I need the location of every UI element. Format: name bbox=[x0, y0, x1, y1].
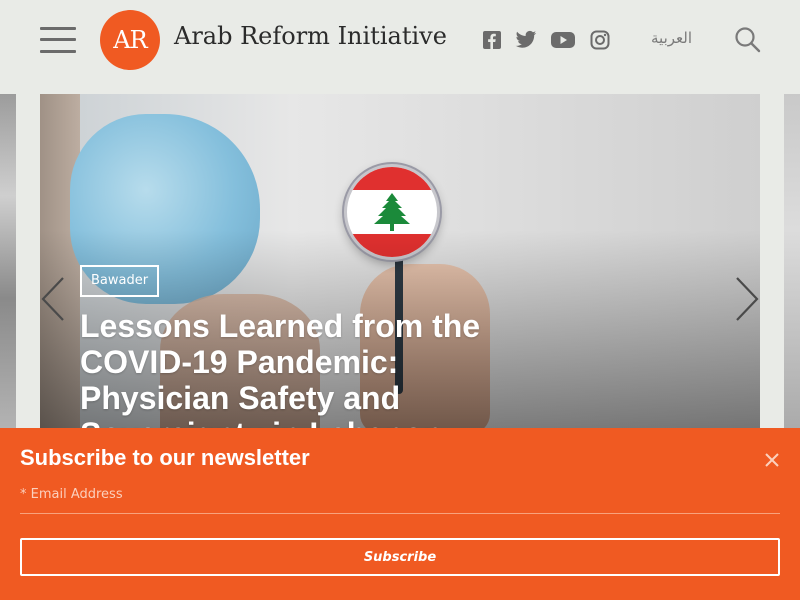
close-icon[interactable] bbox=[762, 450, 782, 470]
email-field[interactable] bbox=[20, 484, 780, 514]
newsletter-banner: Subscribe to our newsletter * Email Addr… bbox=[0, 428, 800, 600]
carousel-next-arrow-icon[interactable] bbox=[734, 276, 760, 322]
facebook-icon[interactable] bbox=[480, 28, 504, 52]
category-tag[interactable]: Bawader bbox=[80, 265, 160, 297]
logo-mark: AR bbox=[113, 26, 147, 54]
twitter-icon[interactable] bbox=[514, 28, 538, 52]
next-slide-peek bbox=[784, 94, 800, 434]
site-header: AR Arab Reform Initiative العربية bbox=[0, 0, 800, 94]
site-logo[interactable]: AR bbox=[100, 10, 160, 70]
language-switch[interactable]: العربية bbox=[651, 29, 692, 47]
site-name[interactable]: Arab Reform Initiative bbox=[174, 22, 447, 50]
menu-icon[interactable] bbox=[40, 27, 76, 53]
instagram-icon[interactable] bbox=[588, 28, 612, 52]
search-icon[interactable] bbox=[734, 26, 762, 54]
newsletter-title: Subscribe to our newsletter bbox=[20, 445, 310, 470]
carousel-prev-arrow-icon[interactable] bbox=[40, 276, 66, 322]
youtube-icon[interactable] bbox=[551, 28, 575, 52]
subscribe-button[interactable]: Subscribe bbox=[20, 538, 780, 576]
previous-slide-peek bbox=[0, 94, 16, 434]
